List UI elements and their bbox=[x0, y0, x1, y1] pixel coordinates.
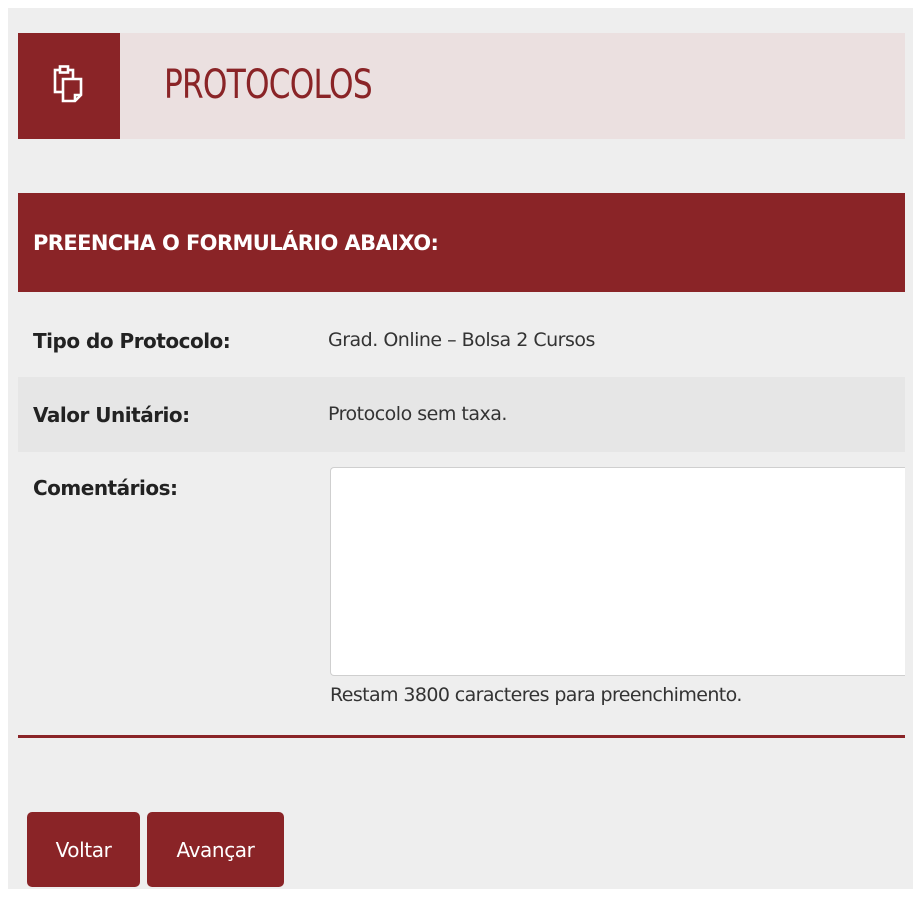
form-divider bbox=[18, 735, 905, 738]
character-count-hint: Restam 3800 caracteres para preenchiment… bbox=[330, 684, 742, 706]
field-row-valor-unitario: Valor Unitário: Protocolo sem taxa. bbox=[18, 377, 905, 452]
form-section-header: PREENCHA O FORMULÁRIO ABAIXO: bbox=[18, 193, 905, 292]
back-button[interactable]: Voltar bbox=[27, 812, 140, 887]
field-value-tipo-protocolo: Grad. Online – Bolsa 2 Cursos bbox=[328, 329, 595, 351]
comments-textarea[interactable] bbox=[330, 467, 905, 676]
form-section-title: PREENCHA O FORMULÁRIO ABAIXO: bbox=[33, 231, 439, 255]
field-label-comentarios: Comentários: bbox=[33, 476, 178, 500]
field-label-valor-unitario: Valor Unitário: bbox=[33, 403, 190, 427]
clipboard-icon bbox=[53, 65, 83, 103]
next-button[interactable]: Avançar bbox=[147, 812, 284, 887]
page: PROTOCOLOS PREENCHA O FORMULÁRIO ABAIXO:… bbox=[0, 0, 913, 897]
field-label-tipo-protocolo: Tipo do Protocolo: bbox=[33, 329, 231, 353]
field-row-tipo-protocolo: Tipo do Protocolo: Grad. Online – Bolsa … bbox=[18, 292, 905, 377]
page-title: PROTOCOLOS bbox=[164, 62, 373, 108]
header-icon-box bbox=[18, 33, 120, 139]
field-value-valor-unitario: Protocolo sem taxa. bbox=[328, 403, 507, 425]
page-header: PROTOCOLOS bbox=[18, 33, 905, 139]
